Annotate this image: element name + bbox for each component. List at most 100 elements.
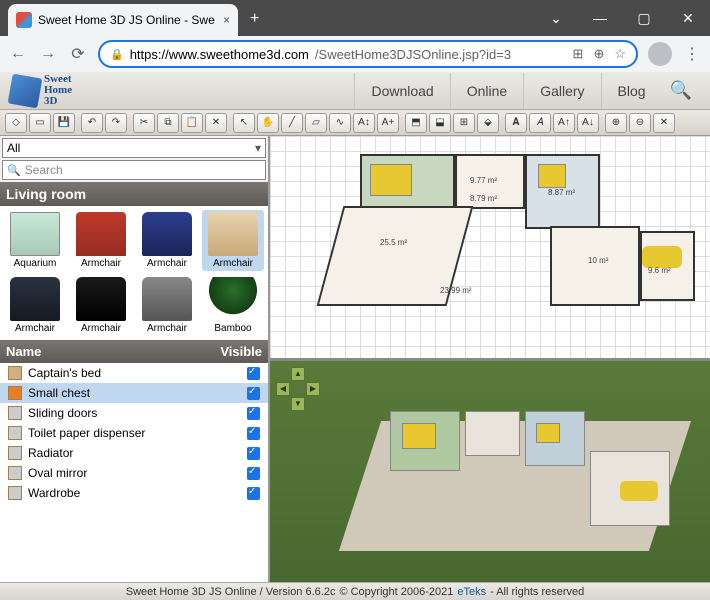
preferences-button[interactable]: ✕ bbox=[653, 113, 675, 133]
col-visible[interactable]: Visible bbox=[220, 344, 262, 359]
list-item[interactable]: Wardrobe bbox=[0, 483, 268, 503]
logo-text: SweetHome3D bbox=[44, 74, 72, 107]
new-button[interactable]: ◇ bbox=[5, 113, 27, 133]
navigation-pad[interactable]: ▲ ◀ ▶ ▼ bbox=[276, 367, 320, 411]
modify-button[interactable]: ⬓ bbox=[429, 113, 451, 133]
nav-left-icon[interactable]: ◀ bbox=[276, 382, 290, 396]
close-window-icon[interactable]: ✕ bbox=[666, 0, 710, 36]
browser-toolbar: ← → ⟳ 🔒 https://www.sweethome3d.com/Swee… bbox=[0, 36, 710, 72]
paste-button[interactable]: 📋 bbox=[181, 113, 203, 133]
list-item[interactable]: Sliding doors bbox=[0, 403, 268, 423]
url-host: https://www.sweethome3d.com bbox=[130, 47, 309, 62]
profile-avatar[interactable] bbox=[648, 42, 672, 66]
tab-favicon bbox=[16, 12, 32, 28]
plan-view-3d[interactable]: ▲ ◀ ▶ ▼ bbox=[270, 358, 710, 583]
furniture-list-header: Name Visible bbox=[0, 340, 268, 363]
dimension-label: 8.79 m² bbox=[470, 194, 497, 203]
dimension-label: 23.99 m² bbox=[440, 286, 472, 295]
maximize-icon[interactable]: ▢ bbox=[622, 0, 666, 36]
nav-download[interactable]: Download bbox=[354, 73, 449, 109]
nav-online[interactable]: Online bbox=[450, 73, 523, 109]
reload-icon[interactable]: ⟳ bbox=[68, 44, 88, 64]
catalog-item[interactable]: Armchair bbox=[202, 210, 264, 271]
catalog-item[interactable]: Armchair bbox=[136, 210, 198, 271]
nav-down-icon[interactable]: ▼ bbox=[291, 397, 305, 411]
back-icon[interactable]: ← bbox=[8, 45, 28, 63]
nav-gallery[interactable]: Gallery bbox=[523, 73, 600, 109]
menu-icon[interactable]: ⋮ bbox=[682, 44, 702, 64]
furniture-catalog: Aquarium Armchair Armchair Armchair Armc… bbox=[0, 206, 268, 340]
nav-up-icon[interactable]: ▲ bbox=[291, 367, 305, 381]
dimension-label: 9.6 m² bbox=[648, 266, 671, 275]
visible-checkbox[interactable] bbox=[247, 407, 260, 420]
visible-checkbox[interactable] bbox=[247, 387, 260, 400]
logo[interactable]: SweetHome3D bbox=[10, 74, 72, 107]
delete-button[interactable]: ✕ bbox=[205, 113, 227, 133]
increase-button[interactable]: A↑ bbox=[553, 113, 575, 133]
catalog-item[interactable]: Bamboo bbox=[202, 275, 264, 336]
nav-menu: Download Online Gallery Blog bbox=[354, 73, 661, 109]
close-icon[interactable]: × bbox=[223, 13, 230, 27]
list-item[interactable]: Captain's bed bbox=[0, 363, 268, 383]
new-tab-button[interactable]: + bbox=[250, 10, 259, 28]
zoom-out-button[interactable]: ⊖ bbox=[629, 113, 651, 133]
visible-checkbox[interactable] bbox=[247, 447, 260, 460]
version-text: Sweet Home 3D JS Online / Version 6.6.2c bbox=[126, 586, 336, 598]
select-button[interactable]: ↖ bbox=[233, 113, 255, 133]
star-icon[interactable]: ☆ bbox=[614, 46, 626, 62]
copy-button[interactable]: ⧉ bbox=[157, 113, 179, 133]
zoom-in-button[interactable]: ⊕ bbox=[605, 113, 627, 133]
catalog-item[interactable]: Armchair bbox=[4, 275, 66, 336]
add-furniture-button[interactable]: ⬒ bbox=[405, 113, 427, 133]
furniture-list[interactable]: Captain's bed Small chest Sliding doors … bbox=[0, 363, 268, 582]
room-button[interactable]: ▱ bbox=[305, 113, 327, 133]
window-controls: ⌄ — ▢ ✕ bbox=[534, 0, 710, 36]
copyright-text: © Copyright 2006-2021 bbox=[339, 586, 453, 598]
list-item[interactable]: Toilet paper dispenser bbox=[0, 423, 268, 443]
nav-right-icon[interactable]: ▶ bbox=[306, 382, 320, 396]
catalog-item[interactable]: Armchair bbox=[136, 275, 198, 336]
qr-icon[interactable]: ⊞ bbox=[573, 46, 584, 62]
left-panel: All Search Living room Aquarium Armchair… bbox=[0, 136, 270, 582]
italic-button[interactable]: 𝐴 bbox=[529, 113, 551, 133]
pan-button[interactable]: ✋ bbox=[257, 113, 279, 133]
catalog-item[interactable]: Armchair bbox=[70, 210, 132, 271]
decrease-button[interactable]: A↓ bbox=[577, 113, 599, 133]
visible-checkbox[interactable] bbox=[247, 467, 260, 480]
redo-button[interactable]: ↷ bbox=[105, 113, 127, 133]
eteks-link[interactable]: eTeks bbox=[457, 586, 486, 598]
minimize-icon[interactable]: — bbox=[578, 0, 622, 36]
install-icon[interactable]: ⊕ bbox=[593, 46, 604, 62]
category-selector[interactable]: All bbox=[2, 138, 266, 158]
list-item[interactable]: Small chest bbox=[0, 383, 268, 403]
open-button[interactable]: ▭ bbox=[29, 113, 51, 133]
catalog-item[interactable]: Aquarium bbox=[4, 210, 66, 271]
search-input[interactable]: Search bbox=[2, 160, 266, 180]
text-button[interactable]: A+ bbox=[377, 113, 399, 133]
wall-button[interactable]: ╱ bbox=[281, 113, 303, 133]
address-bar[interactable]: 🔒 https://www.sweethome3d.com/SweetHome3… bbox=[98, 40, 638, 68]
cut-button[interactable]: ✂ bbox=[133, 113, 155, 133]
dimension-button[interactable]: A↕ bbox=[353, 113, 375, 133]
dropdown-icon[interactable]: ⌄ bbox=[534, 0, 578, 36]
col-name[interactable]: Name bbox=[6, 344, 41, 359]
undo-button[interactable]: ↶ bbox=[81, 113, 103, 133]
search-icon[interactable]: 🔍 bbox=[662, 80, 700, 101]
forward-icon[interactable]: → bbox=[38, 45, 58, 63]
bold-button[interactable]: 𝐀 bbox=[505, 113, 527, 133]
visible-checkbox[interactable] bbox=[247, 487, 260, 500]
list-item[interactable]: Oval mirror bbox=[0, 463, 268, 483]
import-button[interactable]: ⬙ bbox=[477, 113, 499, 133]
browser-titlebar: Sweet Home 3D JS Online - Swe × + ⌄ — ▢ … bbox=[0, 0, 710, 36]
polyline-button[interactable]: ∿ bbox=[329, 113, 351, 133]
nav-blog[interactable]: Blog bbox=[601, 73, 662, 109]
list-item[interactable]: Radiator bbox=[0, 443, 268, 463]
group-button[interactable]: ⊞ bbox=[453, 113, 475, 133]
browser-tab[interactable]: Sweet Home 3D JS Online - Swe × bbox=[8, 4, 238, 36]
plan-view-2d[interactable]: 9.77 m² 8.79 m² 8.87 m² 23.99 m² 10 m² 9… bbox=[270, 136, 710, 358]
visible-checkbox[interactable] bbox=[247, 427, 260, 440]
site-header: SweetHome3D Download Online Gallery Blog… bbox=[0, 72, 710, 110]
catalog-item[interactable]: Armchair bbox=[70, 275, 132, 336]
save-button[interactable]: 💾 bbox=[53, 113, 75, 133]
visible-checkbox[interactable] bbox=[247, 367, 260, 380]
